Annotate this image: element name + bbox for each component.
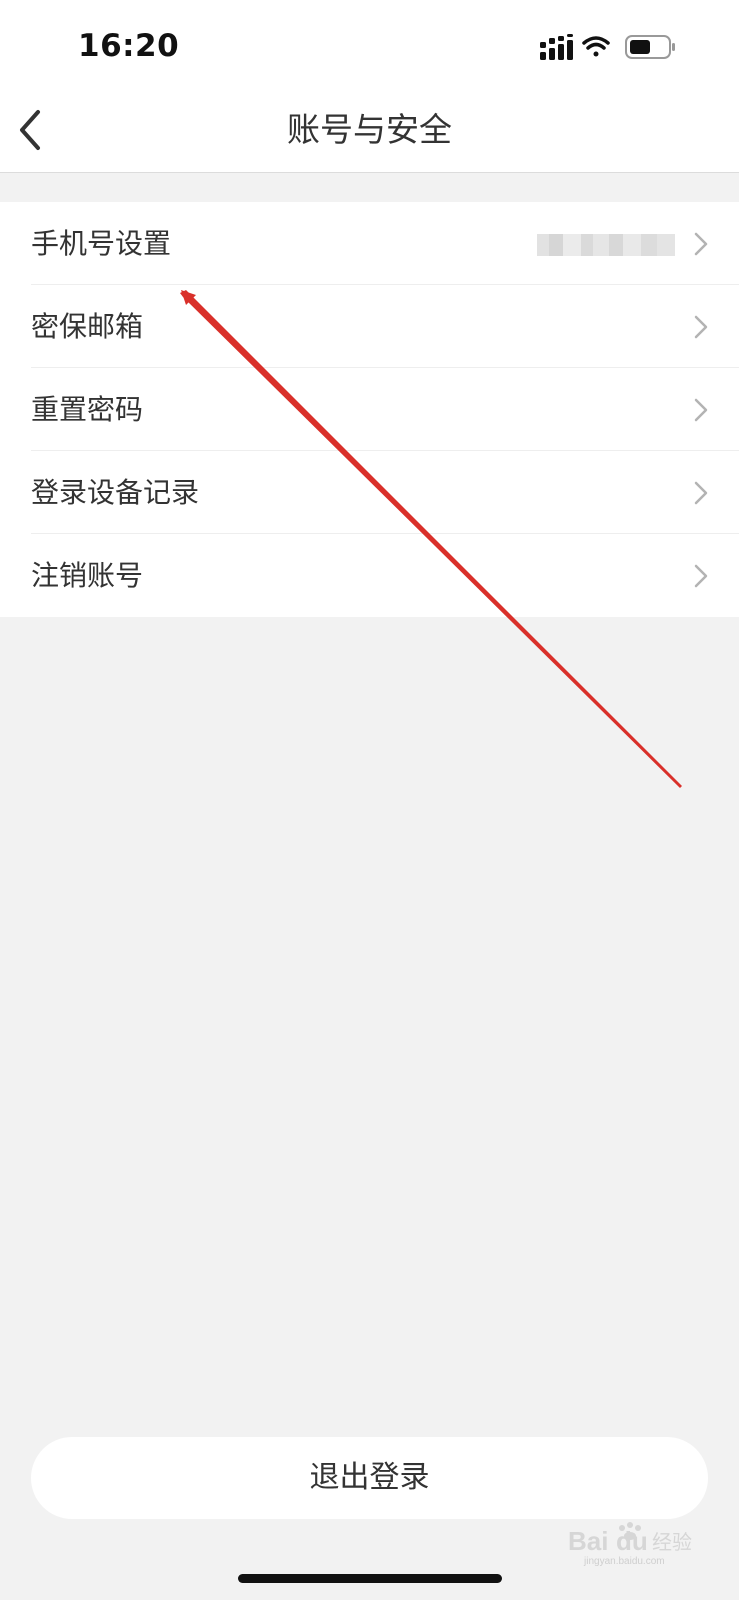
wifi-icon — [582, 36, 610, 57]
home-indicator — [238, 1574, 502, 1583]
cellular-signal-icon — [540, 34, 573, 60]
back-button[interactable] — [10, 104, 58, 156]
chevron-left-icon — [20, 110, 40, 150]
menu-item-reset-password[interactable]: 重置密码 — [0, 368, 739, 451]
svg-text:经验: 经验 — [652, 1530, 692, 1554]
chevron-right-icon — [694, 481, 708, 505]
chevron-right-icon — [694, 564, 708, 588]
status-bar: 16:20 — [0, 0, 739, 88]
svg-text:jingyan.baidu.com: jingyan.baidu.com — [583, 1556, 665, 1567]
chevron-right-icon — [694, 232, 708, 256]
phone-number-value-masked — [537, 234, 675, 256]
svg-text:Bai: Bai — [568, 1526, 608, 1556]
menu-item-security-email[interactable]: 密保邮箱 — [0, 285, 739, 368]
menu-item-label: 手机号设置 — [31, 227, 172, 260]
menu-item-label: 注销账号 — [31, 559, 144, 592]
settings-list: 手机号设置 密保邮箱 重置密码 登录设备记录 注销账号 — [0, 202, 739, 617]
svg-text:du: du — [616, 1526, 648, 1556]
baidu-jingyan-watermark: Bai du 经验 jingyan.baidu.com — [568, 1522, 692, 1567]
status-time: 16:20 — [78, 28, 180, 64]
status-icons — [540, 34, 675, 60]
menu-item-delete-account[interactable]: 注销账号 — [0, 534, 739, 617]
chevron-right-icon — [694, 315, 708, 339]
menu-item-login-device-records[interactable]: 登录设备记录 — [0, 451, 739, 534]
page-title: 账号与安全 — [287, 110, 452, 149]
menu-item-label: 登录设备记录 — [31, 476, 200, 509]
chevron-right-icon — [694, 398, 708, 422]
menu-item-label: 重置密码 — [31, 393, 144, 426]
logout-button[interactable]: 退出登录 — [31, 1437, 708, 1519]
menu-item-phone-settings[interactable]: 手机号设置 — [0, 202, 739, 285]
navigation-bar: 账号与安全 — [0, 88, 739, 173]
battery-icon — [625, 35, 675, 59]
menu-item-label: 密保邮箱 — [31, 310, 144, 343]
